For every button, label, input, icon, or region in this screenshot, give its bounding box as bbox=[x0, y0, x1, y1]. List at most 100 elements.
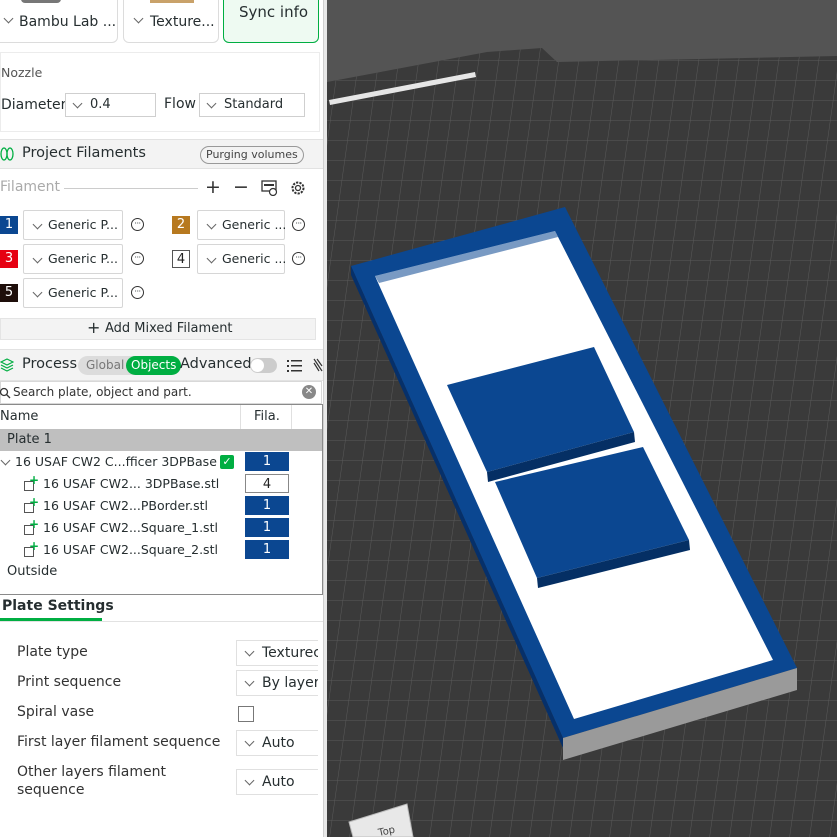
filament-label: Filament bbox=[0, 179, 61, 195]
other-layers-sequence-label-line1: Other layers filament bbox=[17, 764, 166, 780]
plate-settings-tab[interactable]: Plate Settings bbox=[2, 598, 114, 614]
part-name: 16 USAF CW2...Square_1.stl bbox=[43, 520, 218, 535]
part-row[interactable]: 16 USAF CW2...Square_1.stl 1 bbox=[0, 517, 322, 539]
advanced-switch[interactable] bbox=[250, 358, 277, 373]
print-sequence-value: By layer bbox=[262, 675, 318, 691]
plate-settings-divider bbox=[0, 621, 323, 622]
clear-search-icon[interactable]: ✕ bbox=[302, 385, 316, 399]
printer-card[interactable]: Bambu Lab ... bbox=[0, 0, 118, 43]
project-filaments-title: Project Filaments bbox=[22, 145, 146, 161]
filament-5-name: Generic P... bbox=[48, 285, 118, 300]
chevron-down-icon bbox=[32, 287, 43, 298]
outside-label: Outside bbox=[7, 564, 58, 579]
filament-1-more-icon[interactable]: ··· bbox=[131, 218, 144, 231]
filament-5-color-swatch[interactable]: 5 bbox=[0, 284, 18, 302]
flow-select[interactable]: Standard bbox=[199, 93, 305, 117]
add-filament-icon[interactable]: + bbox=[205, 176, 221, 198]
column-name[interactable]: Name bbox=[0, 409, 38, 424]
first-layer-sequence-select[interactable]: Auto bbox=[236, 730, 318, 756]
filament-5-select[interactable]: Generic P... bbox=[23, 278, 123, 308]
filament-2-more-icon[interactable]: ··· bbox=[292, 218, 305, 231]
sync-filament-icon[interactable] bbox=[261, 180, 278, 196]
spiral-vase-checkbox[interactable] bbox=[238, 706, 254, 722]
filament-2-color-swatch[interactable]: 2 bbox=[172, 216, 190, 234]
flow-label: Flow bbox=[164, 96, 196, 112]
filament-3-more-icon[interactable]: ··· bbox=[131, 252, 144, 265]
global-objects-toggle[interactable]: Global Objects bbox=[78, 356, 182, 375]
filament-1-select[interactable]: Generic P... bbox=[23, 210, 123, 240]
diameter-value: 0.4 bbox=[90, 97, 111, 112]
printer-label: Bambu Lab ... bbox=[19, 14, 117, 30]
filament-1-color-swatch[interactable]: 1 bbox=[0, 216, 18, 234]
part-add-icon bbox=[24, 495, 39, 513]
list-icon[interactable] bbox=[287, 359, 302, 372]
part-row[interactable]: 16 USAF CW2...PBorder.stl 1 bbox=[0, 495, 322, 517]
toggle-objects[interactable]: Objects bbox=[126, 356, 182, 375]
collapse-icon[interactable] bbox=[313, 358, 323, 372]
purging-volumes-button[interactable]: Purging volumes bbox=[200, 146, 304, 164]
column-filament[interactable]: Fila. bbox=[254, 409, 280, 424]
remove-filament-icon[interactable]: − bbox=[233, 176, 249, 198]
part-name: 16 USAF CW2...PBorder.stl bbox=[43, 498, 209, 513]
3d-viewport[interactable]: Top bbox=[327, 0, 837, 837]
chevron-down-icon bbox=[32, 219, 43, 230]
chevron-down-icon bbox=[244, 736, 255, 747]
settings-gear-icon[interactable] bbox=[290, 180, 306, 196]
plate-type-label: Texture... bbox=[150, 14, 215, 30]
filament-4-name: Generic ... bbox=[222, 251, 287, 266]
layers-icon bbox=[0, 358, 14, 372]
chevron-down-icon bbox=[244, 775, 255, 786]
process-header: Process Global Objects Advanced bbox=[0, 349, 323, 381]
plate-type-value: Texturec bbox=[262, 645, 318, 661]
chevron-down-icon bbox=[32, 253, 43, 264]
outside-row[interactable]: Outside bbox=[0, 561, 322, 583]
plate-row[interactable]: Plate 1 bbox=[0, 429, 322, 451]
search-input[interactable]: Search plate, object and part. ✕ bbox=[0, 381, 322, 404]
filament-spool-icon bbox=[0, 147, 14, 161]
part-row[interactable]: 16 USAF CW2... 3DPBase.stl 4 bbox=[0, 473, 322, 495]
part-add-icon bbox=[24, 473, 39, 491]
part-filament[interactable]: 4 bbox=[245, 474, 289, 493]
filament-3-name: Generic P... bbox=[48, 251, 118, 266]
filament-3-color-swatch[interactable]: 3 bbox=[0, 250, 18, 268]
spiral-vase-label: Spiral vase bbox=[17, 704, 95, 720]
print-sequence-label: Print sequence bbox=[17, 674, 122, 690]
part-filament[interactable]: 1 bbox=[245, 518, 289, 537]
viewport-canvas[interactable]: Top bbox=[327, 0, 837, 837]
add-mixed-filament-button[interactable]: + Add Mixed Filament bbox=[0, 318, 316, 340]
filament-5-more-icon[interactable]: ··· bbox=[131, 286, 144, 299]
sidebar: Bambu Lab ... Texture... Sync info Nozzl… bbox=[0, 0, 325, 837]
part-filament[interactable]: 1 bbox=[245, 496, 289, 515]
plate-type-card[interactable]: Texture... bbox=[123, 0, 219, 43]
chevron-down-icon bbox=[206, 98, 217, 109]
object-filament[interactable]: 1 bbox=[245, 452, 289, 471]
print-sequence-select[interactable]: By layer bbox=[236, 670, 318, 696]
search-icon bbox=[0, 387, 11, 399]
sync-info-button[interactable]: Sync info bbox=[223, 0, 319, 43]
part-filament[interactable]: 1 bbox=[245, 540, 289, 559]
filament-2-select[interactable]: Generic ... bbox=[197, 210, 287, 240]
toggle-global[interactable]: Global bbox=[86, 358, 124, 372]
part-row[interactable]: 16 USAF CW2...Square_2.stl 1 bbox=[0, 539, 322, 561]
plate-row-label: Plate 1 bbox=[7, 432, 52, 447]
filament-4-color-swatch[interactable]: 4 bbox=[172, 250, 190, 268]
other-layers-sequence-value: Auto bbox=[262, 774, 295, 790]
chevron-down-icon[interactable] bbox=[0, 455, 11, 466]
search-placeholder: Search plate, object and part. bbox=[13, 385, 192, 399]
add-mixed-filament-label: Add Mixed Filament bbox=[105, 321, 233, 336]
filament-4-more-icon[interactable]: ··· bbox=[292, 252, 305, 265]
nozzle-panel: Nozzle Diameter 0.4 Flow Standard bbox=[0, 52, 320, 132]
plate-type-label: Plate type bbox=[17, 644, 88, 660]
other-layers-sequence-select[interactable]: Auto bbox=[236, 769, 318, 795]
object-row[interactable]: 16 USAF CW2 C...fficer 3DPBase ✓ 1 bbox=[0, 451, 322, 473]
filament-4-select[interactable]: Generic ... bbox=[197, 244, 287, 274]
plus-icon: + bbox=[87, 318, 101, 337]
plate-type-select[interactable]: Texturec bbox=[236, 640, 318, 666]
part-name: 16 USAF CW2... 3DPBase.stl bbox=[43, 476, 220, 491]
object-printable-checkbox[interactable]: ✓ bbox=[220, 455, 234, 469]
filament-2-name: Generic ... bbox=[222, 217, 287, 232]
filament-3-select[interactable]: Generic P... bbox=[23, 244, 123, 274]
diameter-select[interactable]: 0.4 bbox=[65, 93, 156, 117]
chevron-down-icon bbox=[3, 13, 14, 24]
filament-separator bbox=[64, 188, 198, 189]
